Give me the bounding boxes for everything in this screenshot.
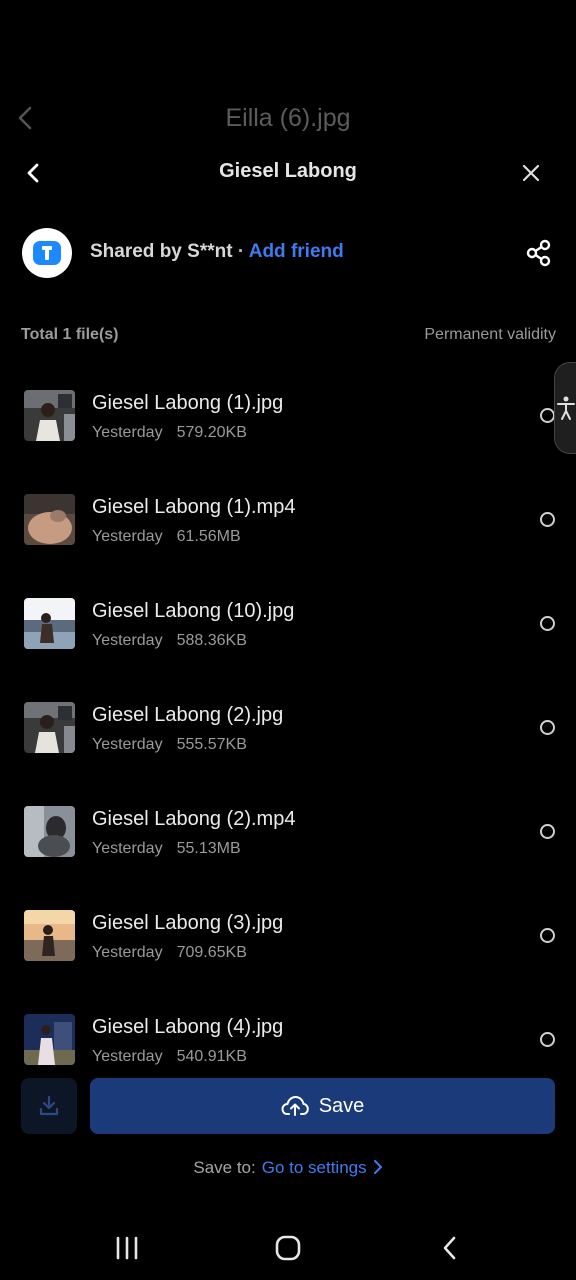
background-title-bar: Eilla (6).jpg (0, 100, 576, 136)
list-item[interactable]: Giesel Labong (2).jpg Yesterday 555.57KB (0, 676, 576, 780)
select-radio[interactable] (540, 616, 555, 631)
file-meta: Yesterday 579.20KB (92, 424, 247, 442)
file-date: Yesterday (92, 944, 163, 961)
close-icon[interactable] (516, 158, 546, 188)
file-date: Yesterday (92, 840, 163, 857)
file-list[interactable]: Giesel Labong (1).jpg Yesterday 579.20KB … (0, 364, 576, 1072)
page-title: Giesel Labong (219, 160, 357, 182)
file-name: Giesel Labong (2).jpg (92, 704, 284, 726)
download-button[interactable] (21, 1078, 77, 1134)
file-size: 709.65KB (176, 944, 247, 961)
file-thumbnail (24, 1014, 75, 1065)
file-meta: Yesterday 540.91KB (92, 1048, 247, 1066)
list-item[interactable]: Giesel Labong (1).jpg Yesterday 579.20KB (0, 364, 576, 468)
list-item[interactable]: Giesel Labong (3).jpg Yesterday 709.65KB (0, 884, 576, 988)
file-meta: Yesterday 555.57KB (92, 736, 247, 754)
select-radio[interactable] (540, 1032, 555, 1047)
file-thumbnail (24, 598, 75, 649)
shared-by-label: Shared by S**nt (90, 241, 233, 262)
file-size: 588.36KB (176, 632, 247, 649)
select-radio[interactable] (540, 408, 555, 423)
add-friend-link[interactable]: Add friend (249, 241, 344, 262)
file-thumbnail (24, 494, 75, 545)
system-nav-bar (0, 1216, 576, 1280)
select-radio[interactable] (540, 512, 555, 527)
file-name: Giesel Labong (10).jpg (92, 600, 295, 622)
app-logo-icon (22, 228, 72, 278)
file-date: Yesterday (92, 424, 163, 441)
chevron-right-icon (373, 1160, 382, 1174)
accessibility-handle[interactable] (554, 362, 576, 454)
share-icon[interactable] (522, 236, 556, 270)
file-meta: Yesterday 588.36KB (92, 632, 247, 650)
file-name: Giesel Labong (1).jpg (92, 392, 284, 414)
cloud-upload-icon (281, 1096, 309, 1116)
save-button-label: Save (318, 1094, 365, 1117)
file-size: 55.13MB (176, 840, 241, 857)
file-date: Yesterday (92, 1048, 163, 1065)
file-size: 540.91KB (176, 1048, 247, 1065)
file-summary: Total 1 file(s) Permanent validity (0, 322, 576, 348)
save-destination: Save to: Go to settings (0, 1158, 576, 1178)
file-name: Giesel Labong (1).mp4 (92, 496, 296, 518)
file-meta: Yesterday 55.13MB (92, 840, 241, 858)
file-date: Yesterday (92, 632, 163, 649)
list-item[interactable]: Giesel Labong (1).mp4 Yesterday 61.56MB (0, 468, 576, 572)
file-date: Yesterday (92, 736, 163, 753)
file-size: 555.57KB (176, 736, 247, 753)
file-name: Giesel Labong (3).jpg (92, 912, 284, 934)
shared-by-row: Shared by S**nt · Add friend (0, 226, 576, 280)
file-thumbnail (24, 806, 75, 857)
settings-link-label: Go to settings (261, 1158, 367, 1177)
select-radio[interactable] (540, 928, 555, 943)
file-date: Yesterday (92, 528, 163, 545)
file-thumbnail (24, 702, 75, 753)
file-size: 579.20KB (176, 424, 247, 441)
sheet-header: Giesel Labong (0, 150, 576, 194)
download-icon (39, 1095, 59, 1116)
home-icon[interactable] (274, 1234, 302, 1262)
file-meta: Yesterday 61.56MB (92, 528, 241, 546)
file-meta: Yesterday 709.65KB (92, 944, 247, 962)
save-button[interactable]: Save (90, 1078, 555, 1134)
list-item[interactable]: Giesel Labong (4).jpg Yesterday 540.91KB (0, 988, 576, 1072)
file-size: 61.56MB (176, 528, 241, 545)
file-thumbnail (24, 910, 75, 961)
save-to-label: Save to: (193, 1158, 256, 1177)
file-name: Giesel Labong (4).jpg (92, 1016, 284, 1038)
recent-apps-icon[interactable] (114, 1236, 140, 1260)
list-item[interactable]: Giesel Labong (2).mp4 Yesterday 55.13MB (0, 780, 576, 884)
go-to-settings-link[interactable]: Go to settings (262, 1158, 383, 1177)
file-thumbnail (24, 390, 75, 441)
shared-by-text: Shared by S**nt · Add friend (90, 241, 344, 263)
select-radio[interactable] (540, 720, 555, 735)
total-files: Total 1 file(s) (21, 326, 119, 343)
accessibility-icon (557, 396, 575, 420)
separator: · (232, 241, 249, 262)
validity-label: Permanent validity (424, 326, 556, 343)
list-item[interactable]: Giesel Labong (10).jpg Yesterday 588.36KB (0, 572, 576, 676)
select-radio[interactable] (540, 824, 555, 839)
nav-back-icon[interactable] (438, 1234, 462, 1262)
background-title: Eilla (6).jpg (225, 104, 351, 132)
file-name: Giesel Labong (2).mp4 (92, 808, 296, 830)
